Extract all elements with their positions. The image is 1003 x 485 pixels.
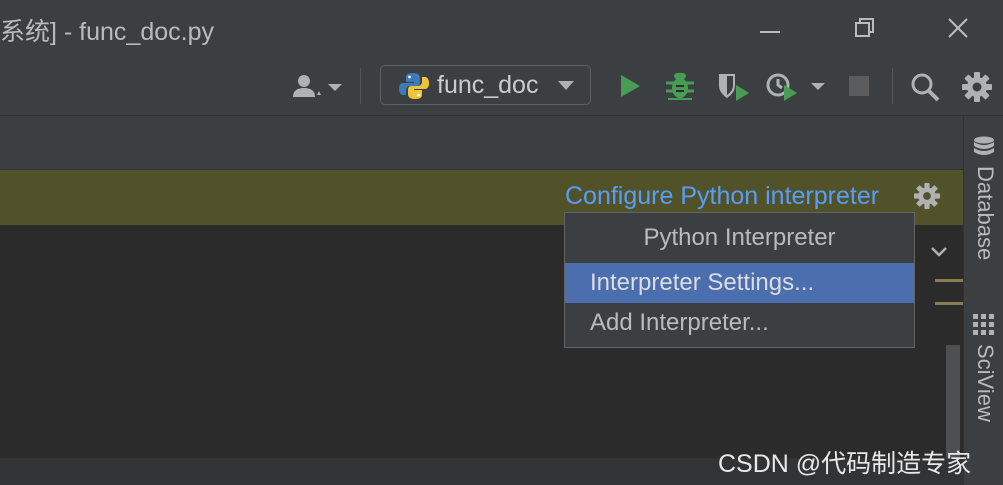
search-button[interactable] xyxy=(910,72,940,107)
python-logo-icon xyxy=(399,73,429,99)
close-window-button[interactable] xyxy=(940,12,976,44)
banner-settings-button[interactable] xyxy=(914,183,940,214)
sciview-tab[interactable]: SciView xyxy=(973,314,998,422)
stop-icon xyxy=(849,76,869,96)
popup-title: Python Interpreter xyxy=(643,224,836,251)
minimize-icon xyxy=(760,31,780,33)
configure-interpreter-link[interactable]: Configure Python interpreter xyxy=(565,182,879,211)
database-tab[interactable]: Database xyxy=(973,136,998,260)
add-interpreter-item[interactable]: Add Interpreter... xyxy=(565,303,914,343)
close-icon xyxy=(948,18,968,38)
sciview-grid-icon xyxy=(973,314,994,335)
right-tool-strip: Database SciView xyxy=(963,116,1003,485)
run-configuration-select[interactable]: func_doc xyxy=(380,65,591,105)
toolbar-separator xyxy=(360,68,361,104)
settings-button[interactable] xyxy=(962,72,992,107)
search-icon xyxy=(911,73,940,102)
error-stripe-marker[interactable] xyxy=(935,302,963,305)
profile-button[interactable] xyxy=(766,71,826,108)
python-interpreter-popup: Python Interpreter Interpreter Settings.… xyxy=(564,212,915,348)
coverage-icon xyxy=(719,74,749,101)
stop-button[interactable] xyxy=(849,76,869,101)
run-configuration-label: func_doc xyxy=(437,71,539,99)
toolbar-separator xyxy=(892,68,893,104)
debug-button[interactable] xyxy=(666,71,694,106)
sciview-tab-label: SciView xyxy=(973,344,998,422)
gear-icon xyxy=(914,183,940,209)
run-icon xyxy=(621,75,640,97)
interpreter-settings-item[interactable]: Interpreter Settings... xyxy=(565,263,914,303)
run-with-coverage-button[interactable] xyxy=(717,71,751,108)
restore-icon xyxy=(855,18,874,37)
user-dropdown-button[interactable] xyxy=(291,73,345,104)
error-stripe-marker[interactable] xyxy=(935,279,963,282)
title-bar: 系统] - func_doc.py xyxy=(0,0,1003,56)
gear-icon xyxy=(962,72,992,102)
main-toolbar: func_doc xyxy=(0,56,1003,116)
minimize-button[interactable] xyxy=(752,12,788,44)
debug-bug-icon xyxy=(666,73,694,100)
window-title: 系统] - func_doc.py xyxy=(0,18,214,46)
database-tab-label: Database xyxy=(973,166,998,261)
editor-tab-bar xyxy=(0,116,963,170)
chevron-down-icon[interactable] xyxy=(930,245,948,259)
database-icon xyxy=(974,136,994,155)
profile-icon xyxy=(766,73,825,101)
restore-button[interactable] xyxy=(847,12,883,44)
run-button[interactable] xyxy=(619,74,641,103)
csdn-watermark: CSDN @代码制造专家 xyxy=(718,450,972,478)
user-dropdown-icon xyxy=(293,75,342,97)
chevron-down-icon xyxy=(558,81,574,90)
